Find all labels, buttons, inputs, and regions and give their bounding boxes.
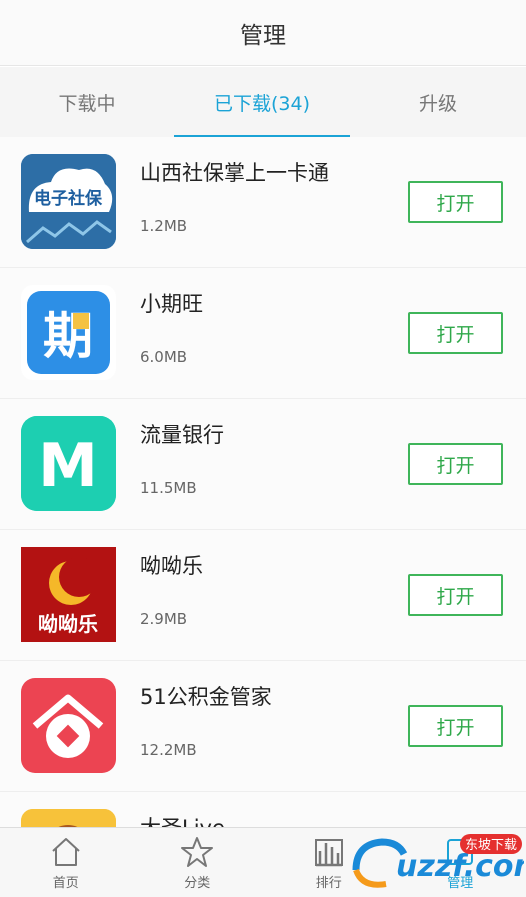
open-button[interactable]: 打开 [408,574,503,616]
tabbar-label: 首页 [52,875,79,891]
open-button[interactable]: 打开 [408,705,503,747]
app-name: 山西社保掌上一卡通 [140,161,329,185]
list-item[interactable]: 呦呦乐 呦呦乐 2.9MB 打开 [0,530,526,661]
app-name: 呦呦乐 [140,554,203,578]
app-name: 大圣Live [140,812,225,827]
house-icon [21,678,116,773]
m-icon: M [21,416,116,511]
qi-icon: 期 [21,285,116,380]
app-header: 管理 [0,0,526,66]
tabbar-label: 分类 [184,875,211,891]
shebao-icon-text: 电子社保 [34,188,103,209]
watermark-logo: uzzf.com 东坡下载 [352,834,524,888]
m-icon-text: M [38,431,98,501]
tab-upgrade[interactable]: 升级 [350,67,526,137]
list-item[interactable]: 期 小期旺 6.0MB 打开 [0,268,526,399]
app-size: 12.2MB [140,741,197,759]
home-icon [52,837,80,866]
app-size: 11.5MB [140,479,197,497]
dasheng-icon [21,809,116,827]
open-button[interactable]: 打开 [408,181,503,223]
list-item[interactable]: 电子社保 山西社保掌上一卡通 1.2MB 打开 [0,137,526,268]
open-button[interactable]: 打开 [408,312,503,354]
tabbar-category[interactable]: 分类 [132,828,264,897]
tabbar-home[interactable]: 首页 [0,828,132,897]
app-name: 51公积金管家 [140,685,272,709]
app-list[interactable]: 电子社保 山西社保掌上一卡通 1.2MB 打开 期 小期旺 6.0MB 打开 M [0,137,526,827]
watermark-badge: 东坡下载 [465,838,517,853]
youyoule-icon: 呦呦乐 [21,547,116,642]
app-name: 流量银行 [140,423,224,447]
open-button[interactable]: 打开 [408,443,503,485]
list-item[interactable]: 51公积金管家 12.2MB 打开 [0,661,526,792]
download-tabs: 下载中 已下载(34) 升级 [0,67,526,137]
tab-downloading[interactable]: 下载中 [0,67,174,137]
app-size: 6.0MB [140,348,188,366]
list-item[interactable]: 大圣Live [0,792,526,827]
app-size: 2.9MB [140,610,188,628]
page-title: 管理 [240,22,286,49]
tabbar-label: 排行 [315,875,342,891]
youyoule-icon-text: 呦呦乐 [38,612,98,636]
app-name: 小期旺 [140,292,203,316]
watermark-text: uzzf.com [396,849,524,884]
tab-downloaded[interactable]: 已下载(34) [174,67,350,137]
star-icon [181,836,214,867]
list-item[interactable]: M 流量银行 11.5MB 打开 [0,399,526,530]
chart-icon [314,838,343,866]
shebao-icon: 电子社保 [21,154,116,249]
app-size: 1.2MB [140,217,188,235]
